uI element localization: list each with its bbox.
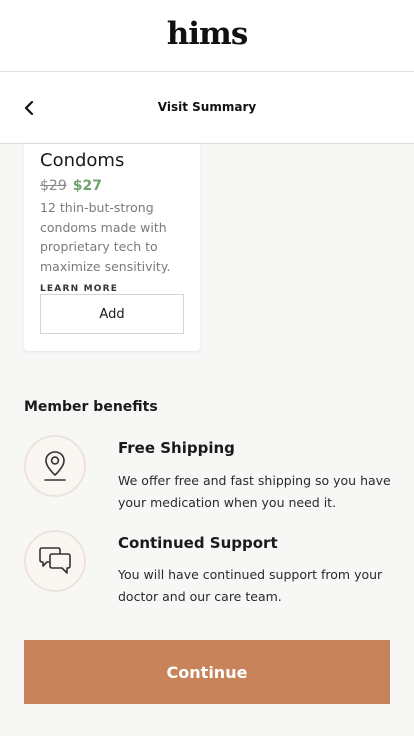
product-card: Condoms $29 $27 12 thin-but-strong condom… (24, 144, 200, 351)
original-price: $29 (40, 178, 67, 194)
section-title: Member benefits (24, 399, 158, 415)
benefit-title: Free Shipping (118, 439, 235, 457)
product-description: 12 thin-but-strong condoms made with pro… (40, 200, 171, 274)
chat-bubbles-icon (39, 547, 71, 574)
benefit-text: We offer free and fast shipping so you h… (118, 473, 391, 510)
continue-button[interactable]: Continue (24, 640, 390, 704)
top-bar: hims (0, 0, 414, 72)
benefit-title: Continued Support (118, 534, 278, 552)
sale-price: $27 (72, 178, 102, 194)
nav-bar: Visit Summary (0, 72, 414, 144)
product-title: Condoms (40, 150, 125, 171)
benefit-icon-wrapper (24, 530, 86, 592)
benefit-text: You will have continued support from you… (118, 567, 383, 604)
price-row: $29 $27 (40, 178, 102, 194)
add-button[interactable]: Add (40, 294, 184, 334)
benefit-icon-wrapper (24, 435, 86, 497)
brand-logo[interactable]: hims (167, 16, 249, 52)
map-pin-icon (44, 451, 66, 481)
page-title: Visit Summary (157, 100, 257, 114)
